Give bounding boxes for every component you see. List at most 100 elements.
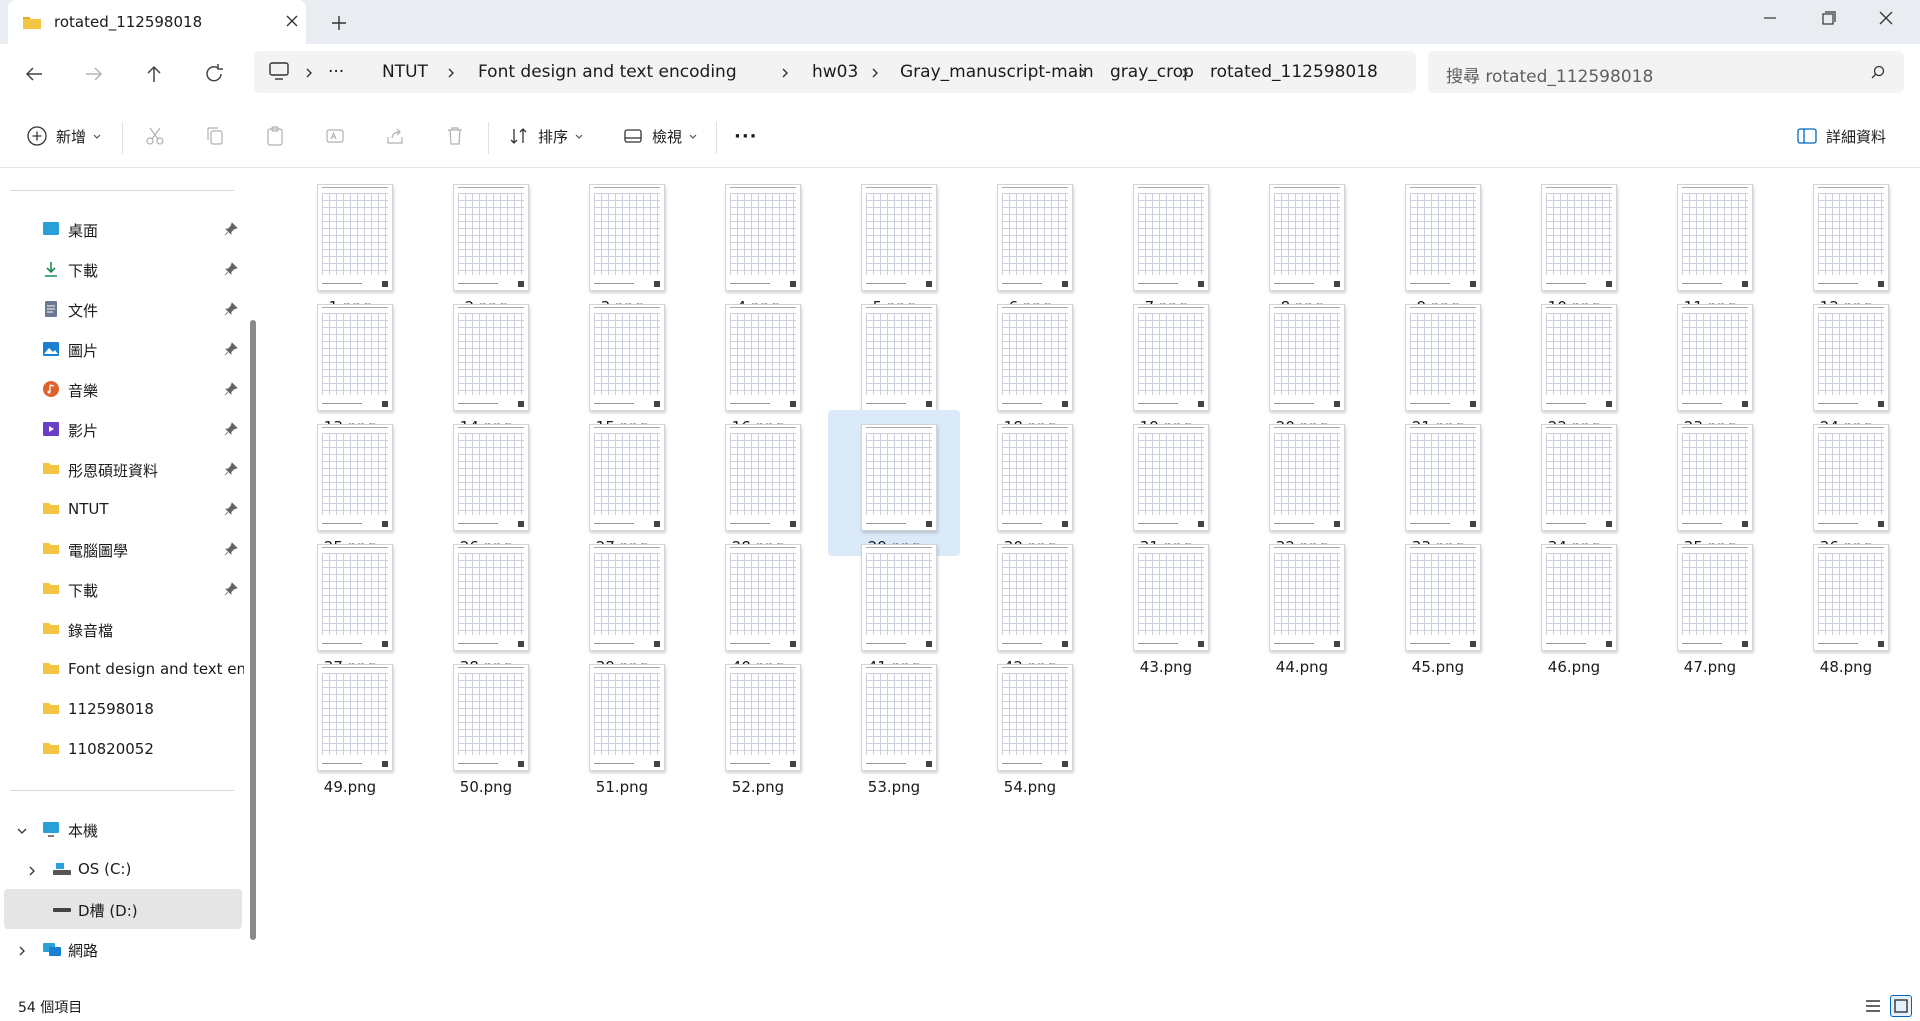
file-item[interactable]: 46.png [1508, 530, 1640, 676]
thumbnail-grid [1274, 193, 1340, 275]
thumbnail-footer [458, 281, 524, 287]
details-view-icon[interactable] [1862, 995, 1884, 1017]
sidebar-scrollbar[interactable] [250, 320, 256, 940]
large-icons-view-icon[interactable] [1890, 995, 1912, 1017]
forward-icon[interactable] [78, 58, 110, 90]
details-button[interactable]: 詳細資料 [1796, 123, 1886, 149]
sidebar-item-drive-c[interactable]: OS (C:) [0, 849, 244, 889]
chevron-right-icon[interactable] [1178, 65, 1192, 84]
chevron-down-icon[interactable] [16, 823, 28, 835]
file-item[interactable]: 49.png [284, 650, 416, 796]
cut-icon[interactable] [144, 125, 166, 147]
sidebar-item-documents[interactable]: 文件 [0, 289, 244, 329]
back-icon[interactable] [18, 58, 50, 90]
sidebar-item-label: 下載 [68, 582, 99, 600]
close-window-icon[interactable] [1858, 0, 1914, 36]
thumbnail-grid [866, 433, 932, 515]
sidebar-item-folder[interactable]: NTUT [0, 489, 244, 529]
paste-icon[interactable] [264, 125, 286, 147]
share-icon[interactable] [384, 125, 406, 147]
breadcrumb-current[interactable]: rotated_112598018 [1210, 62, 1378, 82]
sidebar-item-videos[interactable]: 影片 [0, 409, 244, 449]
sidebar-item-folder[interactable]: 110820052 [0, 729, 244, 769]
sidebar-item-folder[interactable]: Font design and text encc [0, 649, 244, 689]
new-button[interactable]: 新增 [26, 123, 102, 149]
chevron-right-icon[interactable] [778, 65, 792, 84]
thumbnail-header [1138, 547, 1204, 551]
file-item[interactable]: 50.png [420, 650, 552, 796]
sidebar-item-folder[interactable]: 電腦圖學 [0, 529, 244, 569]
thumbnail-grid [594, 673, 660, 755]
breadcrumb-item[interactable]: Font design and text encoding [478, 62, 737, 82]
rename-icon[interactable] [324, 125, 346, 147]
file-item[interactable]: 53.png [828, 650, 960, 796]
address-bar[interactable]: ··· NTUT Font design and text encoding h… [254, 51, 1416, 93]
copy-icon[interactable] [204, 125, 226, 147]
file-item[interactable]: 43.png [1100, 530, 1232, 676]
pin-icon[interactable] [224, 502, 238, 516]
thumbnail-header [458, 187, 524, 191]
sidebar-divider [10, 190, 234, 191]
sidebar-item-this-pc[interactable]: 本機 [0, 809, 244, 849]
sidebar-item-folder[interactable]: 錄音檔 [0, 609, 244, 649]
breadcrumb-item[interactable]: hw03 [812, 62, 858, 82]
image-thumbnail [1133, 184, 1209, 291]
sidebar-item-folder[interactable]: 下載 [0, 569, 244, 609]
sidebar-item-music[interactable]: 音樂 [0, 369, 244, 409]
pin-icon[interactable] [224, 302, 238, 316]
file-item[interactable]: 48.png [1780, 530, 1912, 676]
chevron-right-icon[interactable] [868, 65, 882, 84]
file-item[interactable]: 54.png [964, 650, 1096, 796]
file-item[interactable]: 47.png [1644, 530, 1776, 676]
sidebar-item-pictures[interactable]: 圖片 [0, 329, 244, 369]
pin-icon[interactable] [224, 542, 238, 556]
pin-icon[interactable] [224, 422, 238, 436]
breadcrumb-overflow[interactable]: ··· [328, 62, 344, 82]
chevron-right-icon[interactable] [444, 65, 458, 84]
chevron-right-icon[interactable] [1076, 65, 1090, 84]
file-item[interactable]: 45.png [1372, 530, 1504, 676]
sidebar-item-network[interactable]: 網路 [0, 929, 244, 969]
thumbnail-footer [1546, 521, 1612, 527]
sidebar-item-desktop[interactable]: 桌面 [0, 209, 244, 249]
sidebar-item-drive-d[interactable]: D槽 (D:) [4, 889, 242, 929]
pin-icon[interactable] [224, 222, 238, 236]
thumbnail-grid [1818, 193, 1884, 275]
minimize-icon[interactable] [1742, 0, 1798, 36]
more-options-button[interactable]: ··· [734, 123, 758, 149]
search-placeholder[interactable]: 搜尋 rotated_112598018 [1446, 62, 1653, 87]
restore-icon[interactable] [1800, 0, 1856, 36]
breadcrumb-item[interactable]: NTUT [382, 62, 428, 82]
thumbnail-footer [1818, 521, 1884, 527]
pin-icon[interactable] [224, 462, 238, 476]
thumbnail-grid [1002, 433, 1068, 515]
breadcrumb-item[interactable]: Gray_manuscript-main [900, 62, 1094, 82]
up-icon[interactable] [138, 58, 170, 90]
refresh-icon[interactable] [198, 58, 230, 90]
new-tab-icon[interactable] [327, 11, 351, 35]
sidebar-item-folder[interactable]: 112598018 [0, 689, 244, 729]
search-box[interactable]: 搜尋 rotated_112598018 [1428, 51, 1904, 93]
thumbnail-header [1138, 427, 1204, 431]
sidebar-item-downloads[interactable]: 下載 [0, 249, 244, 289]
pin-icon[interactable] [224, 262, 238, 276]
pc-icon[interactable] [268, 61, 290, 85]
pin-icon[interactable] [224, 382, 238, 396]
thumbnail-footer [458, 401, 524, 407]
close-tab-icon[interactable] [282, 11, 302, 31]
pin-icon[interactable] [224, 342, 238, 356]
tab-rotated[interactable]: rotated_112598018 [8, 0, 306, 44]
file-item[interactable]: 51.png [556, 650, 688, 796]
file-item[interactable]: 52.png [692, 650, 824, 796]
pin-icon[interactable] [224, 582, 238, 596]
thumbnail-footer [1410, 521, 1476, 527]
sidebar-item-folder[interactable]: 彤恩碩班資料 [0, 449, 244, 489]
search-icon[interactable] [1870, 64, 1886, 84]
file-item[interactable]: 44.png [1236, 530, 1368, 676]
thumbnail-grid [1002, 553, 1068, 635]
sort-button[interactable]: 排序 [508, 123, 584, 149]
chevron-right-icon[interactable] [26, 863, 38, 876]
delete-icon[interactable] [444, 125, 466, 147]
chevron-right-icon[interactable] [16, 943, 28, 956]
view-button[interactable]: 檢視 [622, 123, 698, 149]
